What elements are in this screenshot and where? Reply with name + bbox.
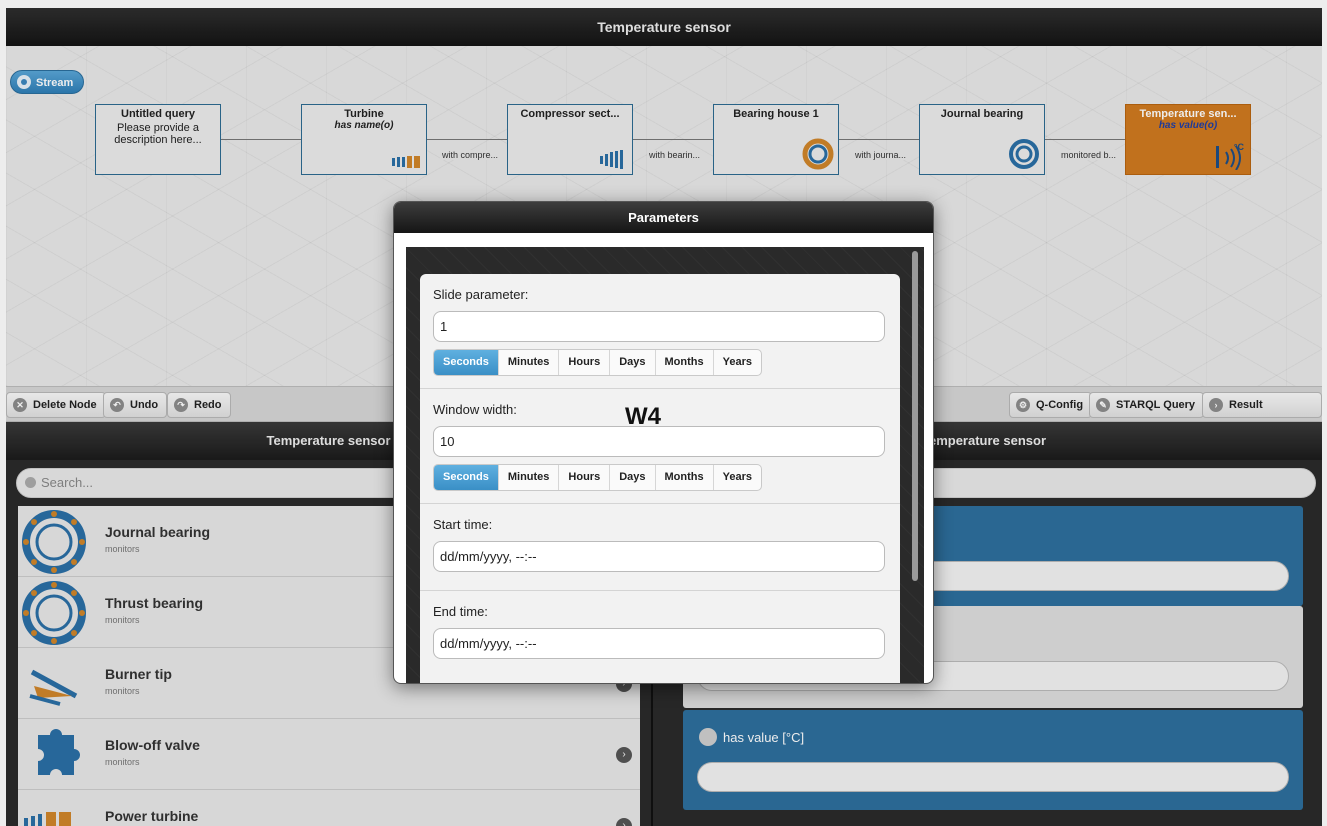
slide-unit-selector: Seconds Minutes Hours Days Months Years xyxy=(433,349,762,376)
unit-seconds[interactable]: Seconds xyxy=(434,465,499,490)
unit-months[interactable]: Months xyxy=(656,465,714,490)
end-time-label: End time: xyxy=(433,604,488,619)
parameters-dialog: Parameters Slide parameter: 1 Seconds Mi… xyxy=(393,201,934,684)
slide-parameter-label: Slide parameter: xyxy=(433,287,529,302)
slide-parameter-input[interactable]: 1 xyxy=(433,311,885,342)
start-time-input[interactable]: dd/mm/yyyy, --:-- xyxy=(433,541,885,572)
window-width-label: Window width: xyxy=(433,402,517,417)
end-time-section: End time: dd/mm/yyyy, --:-- xyxy=(420,591,900,683)
start-time-section: Start time: dd/mm/yyyy, --:-- xyxy=(420,504,900,591)
slide-parameter-section: Slide parameter: 1 Seconds Minutes Hours… xyxy=(420,274,900,389)
parameters-form: Slide parameter: 1 Seconds Minutes Hours… xyxy=(420,274,900,683)
annotation-label: W4 xyxy=(625,403,661,430)
unit-years[interactable]: Years xyxy=(714,350,761,375)
unit-minutes[interactable]: Minutes xyxy=(499,465,560,490)
unit-years[interactable]: Years xyxy=(714,465,761,490)
window-unit-selector: Seconds Minutes Hours Days Months Years xyxy=(433,464,762,491)
unit-days[interactable]: Days xyxy=(610,465,656,490)
dialog-title: Parameters xyxy=(394,202,933,233)
unit-days[interactable]: Days xyxy=(610,350,656,375)
unit-months[interactable]: Months xyxy=(656,350,714,375)
unit-minutes[interactable]: Minutes xyxy=(499,350,560,375)
end-time-input[interactable]: dd/mm/yyyy, --:-- xyxy=(433,628,885,659)
scrollbar[interactable] xyxy=(912,251,918,581)
unit-hours[interactable]: Hours xyxy=(559,465,611,490)
unit-seconds[interactable]: Seconds xyxy=(434,350,499,375)
start-time-label: Start time: xyxy=(433,517,493,532)
unit-hours[interactable]: Hours xyxy=(559,350,611,375)
dialog-body: Slide parameter: 1 Seconds Minutes Hours… xyxy=(406,247,924,683)
